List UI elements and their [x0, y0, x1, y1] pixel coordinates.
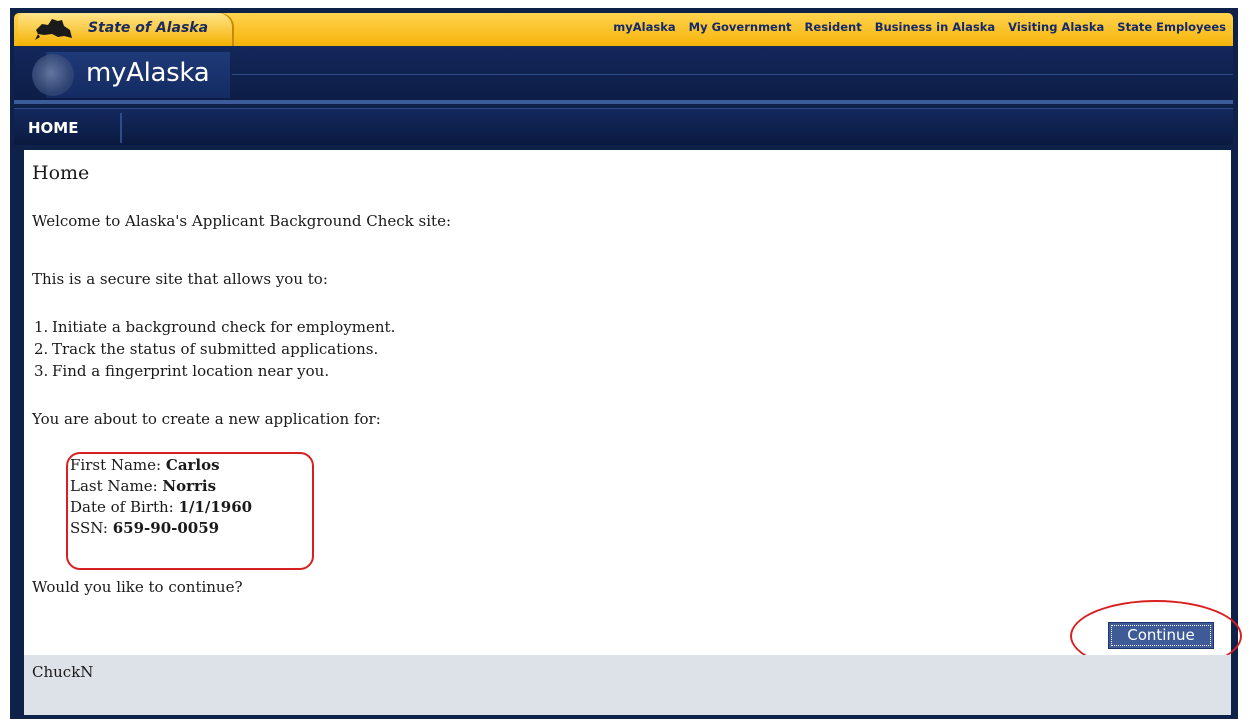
nav-myalaska[interactable]: myAlaska — [613, 20, 675, 34]
question-text: Would you like to continue? — [32, 578, 243, 596]
state-logo[interactable]: State of Alaska — [18, 13, 234, 46]
dob-value: 1/1/1960 — [178, 498, 253, 516]
last-name-value: Norris — [162, 477, 217, 495]
nav-state-employees[interactable]: State Employees — [1117, 20, 1226, 34]
nav-my-government[interactable]: My Government — [689, 20, 792, 34]
username: ChuckN — [32, 663, 94, 681]
banner-underline — [14, 100, 1233, 104]
ssn-row: SSN: 659-90-0059 — [70, 519, 220, 537]
state-seal-icon — [32, 54, 74, 96]
alaska-map-icon — [35, 19, 72, 40]
continue-button[interactable]: Continue — [1108, 622, 1214, 649]
menu-separator — [120, 113, 122, 143]
ssn-value: 659-90-0059 — [112, 519, 220, 537]
list-item: 1. Initiate a background check for employ… — [34, 318, 396, 336]
applicant-details: First Name: Carlos Last Name: Norris Dat… — [70, 455, 252, 539]
dob-row: Date of Birth: 1/1/1960 — [70, 498, 253, 516]
brand-name[interactable]: myAlaska — [86, 58, 210, 88]
first-name-value: Carlos — [165, 456, 220, 474]
about-text: You are about to create a new applicatio… — [32, 410, 381, 428]
main-content: Home Welcome to Alaska's Applicant Backg… — [24, 150, 1242, 672]
welcome-text: Welcome to Alaska's Applicant Background… — [32, 212, 451, 230]
footer: ChuckN — [24, 655, 1231, 715]
menu-bar: HOME — [14, 108, 1233, 145]
nav-resident[interactable]: Resident — [805, 20, 862, 34]
top-nav: myAlaska My Government Resident Business… — [613, 20, 1226, 34]
state-logo-label: State of Alaska — [88, 20, 209, 36]
list-item: 2. Track the status of submitted applicat… — [34, 340, 379, 358]
page-title: Home — [32, 162, 90, 184]
feature-list: 1. Initiate a background check for employ… — [34, 316, 395, 382]
menu-home[interactable]: HOME — [28, 119, 78, 137]
banner-rule — [232, 74, 1233, 75]
last-name-row: Last Name: Norris — [70, 477, 217, 495]
list-item: 3. Find a fingerprint location near you. — [34, 362, 330, 380]
nav-business[interactable]: Business in Alaska — [875, 20, 995, 34]
nav-visiting[interactable]: Visiting Alaska — [1008, 20, 1104, 34]
banner: myAlaska — [14, 46, 1233, 104]
intro-text: This is a secure site that allows you to… — [32, 270, 328, 288]
first-name-row: First Name: Carlos — [70, 456, 220, 474]
